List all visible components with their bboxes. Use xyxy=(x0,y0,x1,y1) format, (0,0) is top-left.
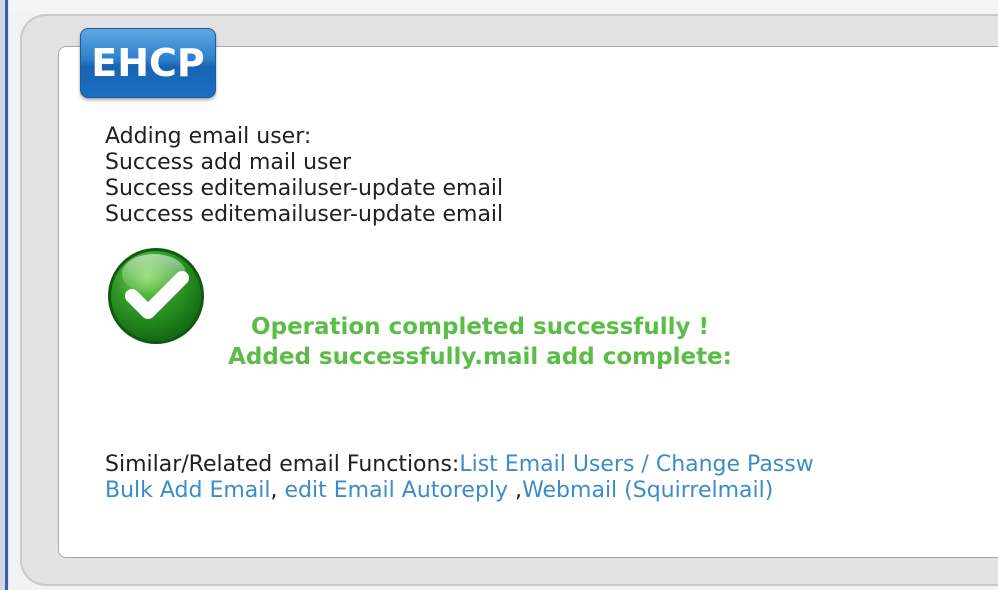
webmail-link[interactable]: Webmail (Squirrelmail) xyxy=(522,478,773,503)
logo-text: EHCP xyxy=(91,41,205,85)
separator: , xyxy=(270,478,285,503)
separator: , xyxy=(508,478,523,503)
result-line-2: Added successfully.mail add complete: xyxy=(228,344,732,370)
related-label: Similar/Related email Functions: xyxy=(105,452,460,477)
bulk-add-email-link[interactable]: Bulk Add Email xyxy=(105,478,271,503)
log-line: Success add mail user xyxy=(105,150,352,175)
log-line: Adding email user: xyxy=(105,124,312,149)
related-functions: Similar/Related email Functions:List Ema… xyxy=(105,452,998,504)
edit-email-autoreply-link[interactable]: edit Email Autoreply xyxy=(285,478,509,503)
log-line: Success editemailuser-update email xyxy=(105,176,504,201)
log-line: Success editemailuser-update email xyxy=(105,202,504,227)
result-message: Operation completed successfully ! Added… xyxy=(160,312,800,372)
list-email-users-link[interactable]: List Email Users / Change Passw xyxy=(459,452,813,477)
ehcp-logo[interactable]: EHCP xyxy=(80,28,216,98)
result-line-1: Operation completed successfully ! xyxy=(251,314,709,340)
operation-log: Adding email user: Success add mail user… xyxy=(105,124,503,228)
top-shade xyxy=(9,0,998,14)
left-frame-border xyxy=(0,0,9,590)
